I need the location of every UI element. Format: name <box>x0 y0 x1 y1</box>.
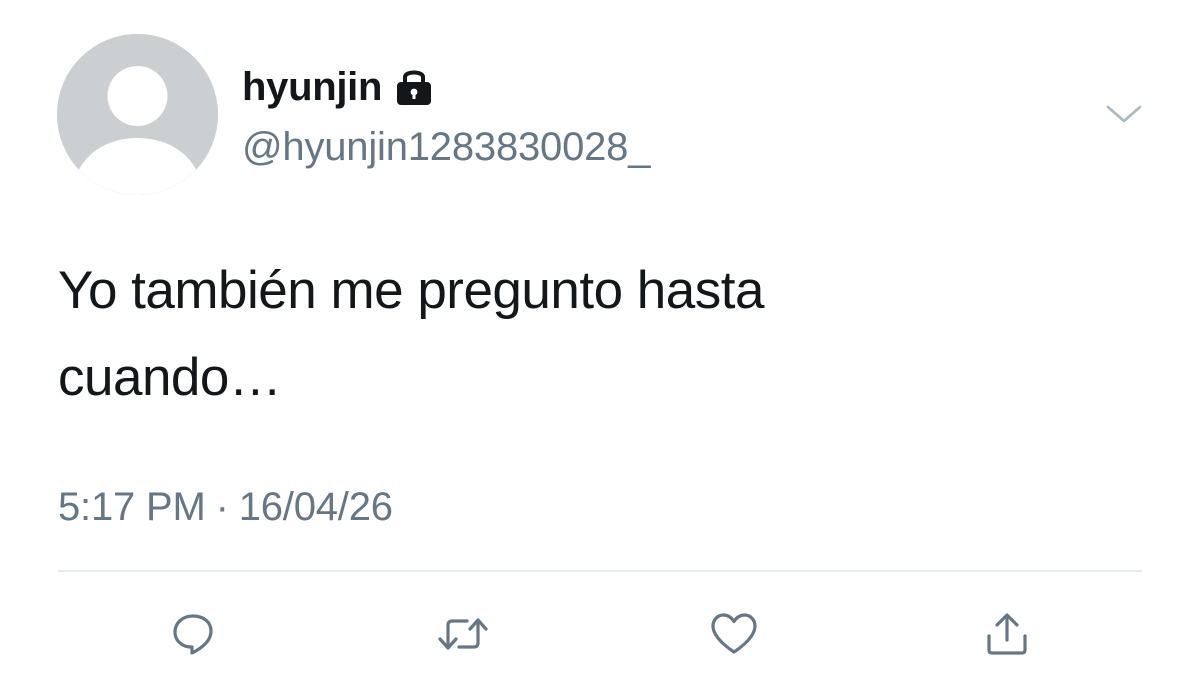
heart-icon <box>711 613 757 654</box>
retweet-icon <box>438 618 488 650</box>
avatar[interactable] <box>57 34 218 195</box>
user-handle[interactable]: @hyunjin1283830028_ <box>242 122 650 172</box>
lock-icon <box>394 66 434 108</box>
tweet-date: 16/04/26 <box>238 485 393 529</box>
chevron-down-icon[interactable] <box>1104 102 1144 126</box>
user-name-row: hyunjin <box>242 62 434 112</box>
tweet-timestamp[interactable]: 5:17 PM · 16/04/26 <box>58 482 393 532</box>
like-button[interactable] <box>704 604 764 664</box>
share-button[interactable] <box>977 604 1037 664</box>
tweet-time: 5:17 PM <box>58 485 206 529</box>
reply-button[interactable] <box>163 604 223 664</box>
share-icon <box>987 613 1027 655</box>
tweet-card: hyunjin @hyunjin1283830028_ Yo también m… <box>0 0 1200 699</box>
timestamp-separator: · <box>215 485 229 529</box>
tweet-text: Yo también me pregunto hasta cuando… <box>58 261 764 407</box>
display-name[interactable]: hyunjin <box>242 62 382 112</box>
reply-icon <box>173 614 213 655</box>
default-avatar-icon <box>57 34 218 195</box>
retweet-button[interactable] <box>433 604 493 664</box>
divider <box>58 570 1142 572</box>
